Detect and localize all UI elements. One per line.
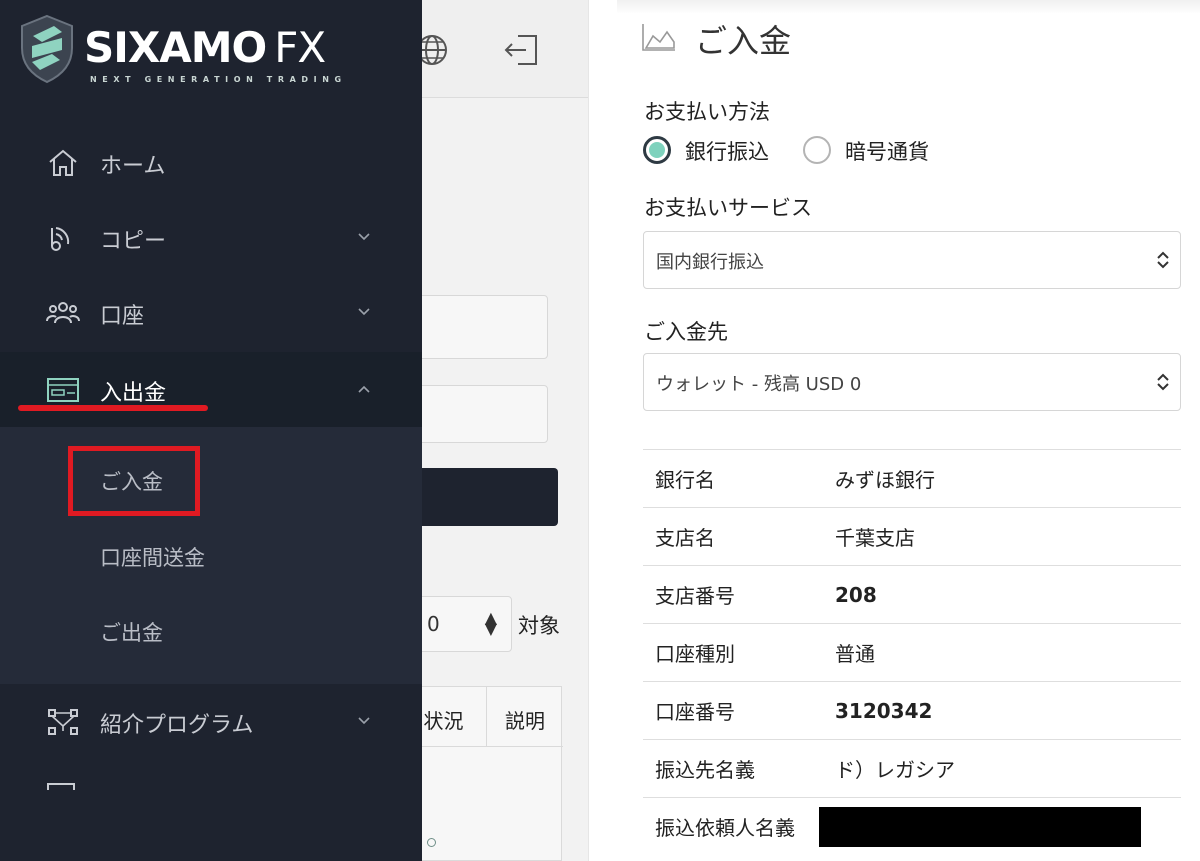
sidebar-item-label: 入出金: [100, 381, 167, 406]
select-value: 国内銀行振込: [656, 252, 764, 273]
background-table: 状況 説明: [400, 686, 563, 861]
deposit-destination-select[interactable]: ウォレット - 残高 USD 0: [643, 353, 1181, 411]
select-arrows-icon: [1157, 373, 1169, 391]
red-underline-annotation: [18, 405, 208, 411]
brand-name: SIXAMO FX: [84, 23, 326, 72]
deposit-destination-label: ご入金先: [644, 320, 728, 344]
redacted-block: [819, 806, 1141, 847]
select-value: ウォレット - 残高 USD 0: [656, 374, 862, 395]
submenu-item-withdraw[interactable]: ご出金: [100, 617, 163, 647]
brand-tagline: NEXT GENERATION TRADING: [90, 75, 347, 84]
radio-unselected-icon: [803, 136, 831, 164]
detail-key: 振込依頼人名義: [643, 797, 823, 856]
sidebar-item-accounts[interactable]: 口座: [0, 275, 422, 350]
chart-area-icon: [642, 24, 675, 51]
copy-signal-icon: [51, 227, 70, 251]
brand-logo[interactable]: SIXAMO FX NEXT GENERATION TRADING: [18, 14, 358, 88]
select-arrows-icon: [1157, 251, 1169, 269]
sidebar-item-referral[interactable]: 紹介プログラム: [0, 684, 422, 759]
deposit-withdraw-submenu: [0, 427, 422, 684]
screenshot-root: 0 ▲ ▼ 対象 状況 説明 SIXAMO FX NEXT GENERATION T…: [0, 0, 1200, 861]
detail-value: みずほ銀行: [823, 449, 1181, 508]
submenu-item-transfer[interactable]: 口座間送金: [100, 542, 205, 572]
top-edge-shadow: [617, 0, 1200, 14]
sort-arrows-icon: ▲ ▼: [484, 608, 497, 638]
table-row: 支店名 千葉支店: [643, 507, 1181, 566]
sidebar: SIXAMO FX NEXT GENERATION TRADING ホーム コピー: [0, 0, 422, 861]
pagination-dot: [427, 838, 436, 847]
sidebar-item-home[interactable]: ホーム: [0, 125, 422, 200]
detail-value: 千葉支店: [823, 507, 1181, 566]
background-button[interactable]: [400, 468, 558, 526]
sidebar-item-copy[interactable]: コピー: [0, 200, 422, 275]
sidebar-item-deposit-withdraw[interactable]: 入出金: [0, 352, 422, 427]
radio-label: 暗号通貨: [845, 140, 929, 164]
chevron-down-icon: [358, 233, 370, 241]
detail-value: ド）レガシア: [823, 739, 1181, 798]
detail-key: 口座番号: [643, 681, 823, 740]
red-box-annotation: [68, 446, 200, 516]
bank-details-table: 銀行名 みずほ銀行 支店名 千葉支店 支店番号 208 口座種別 普通 口座番号…: [643, 449, 1181, 856]
detail-value: 普通: [823, 623, 1181, 682]
brand-wordmark: SIXAMO: [84, 23, 267, 72]
payment-method-label: お支払い方法: [644, 100, 770, 124]
page-title: ご入金: [695, 22, 792, 60]
detail-key: 支店番号: [643, 565, 823, 624]
table-row: 支店番号 208: [643, 565, 1181, 624]
chevron-down-icon: [358, 308, 370, 316]
column-header: 説明: [487, 687, 563, 747]
sidebar-item-label: 口座: [100, 304, 145, 329]
truncated-item-icon: [47, 783, 75, 790]
table-row: 口座番号 3120342: [643, 681, 1181, 740]
radio-selected-icon: [643, 136, 671, 164]
home-icon: [49, 149, 77, 176]
brand-suffix: FX: [274, 23, 326, 72]
target-label: 対象: [518, 614, 560, 638]
table-row: 振込先名義 ド）レガシア: [643, 739, 1181, 798]
table-row: 口座種別 普通: [643, 623, 1181, 682]
chevron-up-icon: [358, 385, 370, 393]
detail-key: 銀行名: [643, 449, 823, 508]
detail-key: 支店名: [643, 507, 823, 566]
referral-network-icon: [48, 709, 78, 735]
detail-value: 3120342: [823, 681, 1181, 740]
detail-key: 振込先名義: [643, 739, 823, 798]
card-icon: [47, 378, 79, 402]
background-select-value: 0: [427, 612, 440, 636]
sidebar-item-label: ホーム: [100, 154, 166, 179]
table-row: 銀行名 みずほ銀行: [643, 449, 1181, 508]
deposit-page: ご入金 お支払い方法 銀行振込 暗号通貨 お支払いサービス 国内銀行振込 ご入金…: [588, 0, 1200, 861]
payment-service-label: お支払いサービス: [644, 196, 812, 220]
sidebar-item-label: コピー: [100, 229, 167, 254]
shield-logo-icon: [21, 14, 73, 84]
table-row: 振込依頼人名義: [643, 797, 1181, 856]
radio-label: 銀行振込: [685, 140, 769, 164]
background-input[interactable]: [400, 295, 548, 359]
logout-icon[interactable]: [502, 30, 542, 70]
chevron-down-icon: [358, 717, 370, 725]
accounts-icon: [46, 302, 80, 324]
detail-value: [819, 797, 1181, 856]
sidebar-item-label: 紹介プログラム: [100, 713, 254, 738]
detail-value: 208: [823, 565, 1181, 624]
payment-service-select[interactable]: 国内銀行振込: [643, 231, 1181, 289]
detail-key: 口座種別: [643, 623, 823, 682]
background-input[interactable]: [400, 385, 548, 443]
